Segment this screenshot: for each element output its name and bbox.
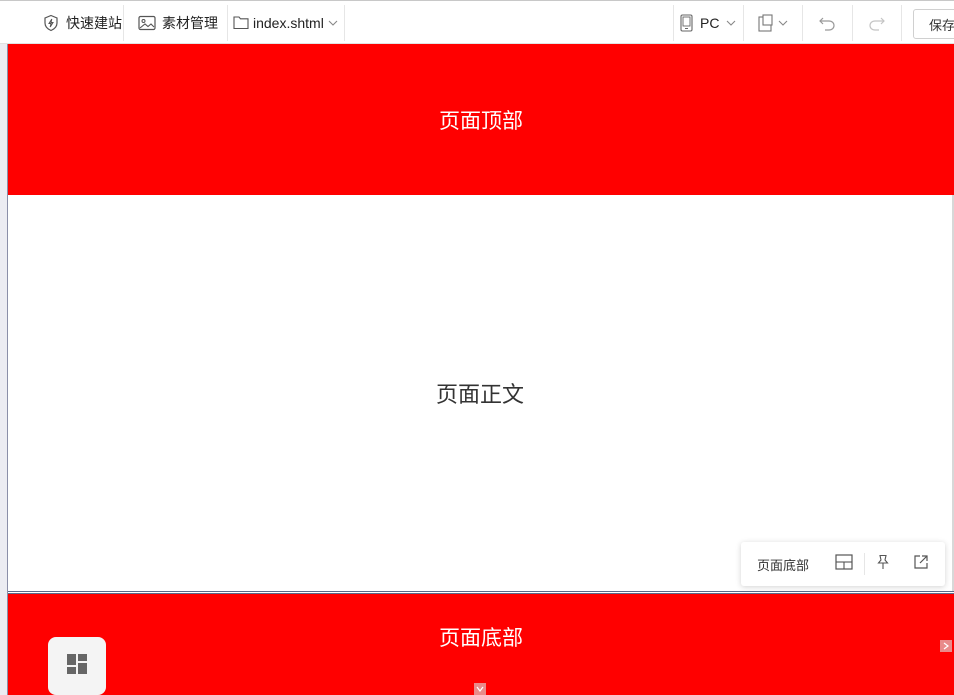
pin-button[interactable] (869, 550, 897, 578)
layout-grid-icon (835, 553, 853, 575)
open-external-button[interactable] (907, 550, 935, 578)
toolbar-divider (123, 5, 124, 41)
chevron-down-icon (726, 19, 736, 27)
file-selector[interactable]: index.shtml (233, 1, 338, 44)
resize-handle-bottom[interactable] (474, 683, 486, 695)
section-toolbar-divider (864, 553, 865, 575)
top-toolbar: 快速建站 素材管理 index.shtml PC 保存 (0, 0, 954, 44)
layout-copy-icon (758, 13, 775, 32)
device-selector[interactable]: PC (680, 1, 736, 44)
save-label: 保存 (929, 17, 954, 33)
file-name: index.shtml (253, 14, 324, 31)
mobile-device-icon (680, 13, 693, 32)
toolbar-divider (901, 5, 902, 41)
chevron-down-icon (328, 19, 338, 27)
toolbar-divider (743, 5, 744, 41)
toolbar-divider (852, 5, 853, 41)
save-button[interactable]: 保存 (913, 9, 954, 39)
toolbar-divider (802, 5, 803, 41)
left-ruler (0, 44, 8, 695)
widgets-grid-icon (66, 653, 88, 680)
section-toolbar-label: 页面底部 (757, 557, 810, 573)
widgets-button[interactable] (48, 637, 106, 695)
redo-icon (868, 15, 886, 31)
layout-switch-button[interactable] (758, 1, 788, 44)
pin-icon (876, 554, 890, 575)
toolbar-divider (673, 5, 674, 41)
device-label: PC (700, 14, 720, 31)
section-layout-button[interactable] (830, 550, 858, 578)
chevron-down-icon (476, 686, 484, 692)
image-icon (138, 15, 156, 31)
quick-build-label: 快速建站 (66, 14, 122, 31)
chevron-right-icon (943, 642, 949, 650)
chevron-down-icon (778, 19, 788, 27)
undo-icon (818, 15, 836, 31)
toolbar-divider (344, 5, 345, 41)
page-footer-section[interactable]: 页面底部 (8, 594, 954, 695)
external-link-icon (913, 554, 929, 575)
page-body-label: 页面正文 (435, 382, 524, 407)
page-footer-label: 页面底部 (439, 627, 523, 650)
page-header-section[interactable]: 页面顶部 (8, 44, 954, 195)
folder-icon (233, 15, 249, 30)
shield-bolt-icon (42, 14, 60, 32)
toolbar-divider (227, 5, 228, 41)
assets-label: 素材管理 (162, 14, 218, 31)
section-toolbar: 页面底部 (741, 542, 945, 586)
resize-handle-right[interactable] (940, 640, 952, 652)
page-body-section[interactable]: 页面正文 (8, 195, 954, 591)
undo-button[interactable] (818, 1, 836, 44)
redo-button[interactable] (868, 1, 886, 44)
quick-build-button[interactable]: 快速建站 (42, 1, 122, 44)
assets-button[interactable]: 素材管理 (138, 1, 218, 44)
page-header-label: 页面顶部 (439, 109, 523, 133)
